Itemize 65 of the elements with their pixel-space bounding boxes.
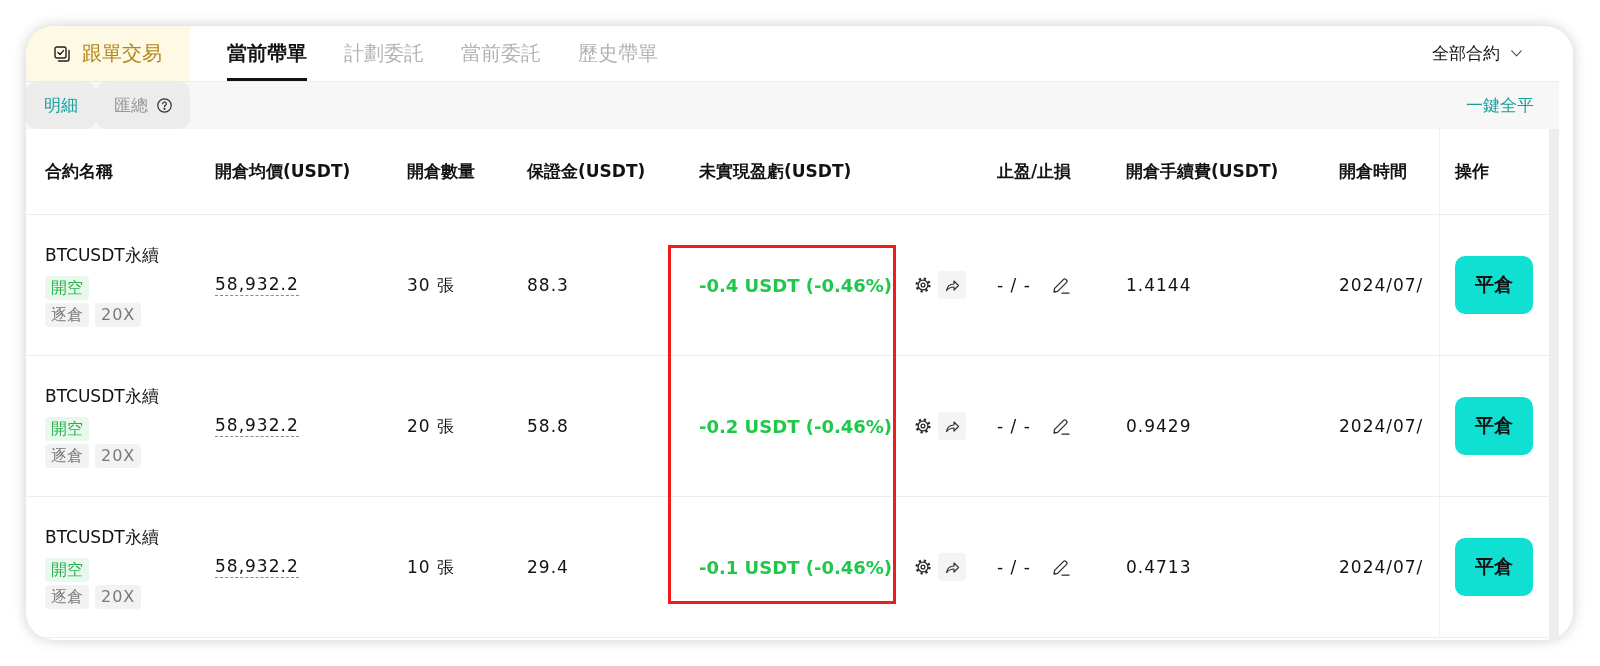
subtab[interactable]: 明細 xyxy=(26,82,96,129)
column-header: 開倉數量 xyxy=(407,160,475,183)
settings-icon[interactable] xyxy=(915,277,931,293)
margin-amount: 58.8 xyxy=(527,416,569,436)
column-header: 操作 xyxy=(1455,160,1489,183)
margin-mode-badge: 逐倉 xyxy=(45,443,89,468)
close-all-link[interactable]: 一鍵全平 xyxy=(1466,94,1534,117)
side-badge: 開空 xyxy=(45,416,89,441)
column-header: 開倉手續費(USDT) xyxy=(1126,160,1279,183)
subtab[interactable]: 匯總 xyxy=(96,82,190,129)
close-position-button[interactable]: 平倉 xyxy=(1455,397,1533,455)
settings-icon[interactable] xyxy=(915,418,931,434)
settings-icon[interactable] xyxy=(915,559,931,575)
close-position-button[interactable]: 平倉 xyxy=(1455,538,1533,596)
margin-amount: 29.4 xyxy=(527,557,569,577)
fee-amount: 0.9429 xyxy=(1126,416,1192,436)
side-badge: 開空 xyxy=(45,275,89,300)
share-icon[interactable] xyxy=(938,553,966,581)
tp-sl-value: - / - xyxy=(997,416,1031,436)
unrealized-pnl: -0.1 USDT (-0.46%) xyxy=(699,556,893,578)
check-square-icon xyxy=(54,45,70,62)
contract-filter-dropdown[interactable]: 全部合約 xyxy=(1432,26,1522,81)
column-header: 開倉均價(USDT) xyxy=(215,160,351,183)
leverage-badge: 20X xyxy=(95,302,142,327)
leverage-badge: 20X xyxy=(95,443,142,468)
unrealized-pnl: -0.4 USDT (-0.46%) xyxy=(699,274,893,296)
tab[interactable]: 當前委託 xyxy=(461,26,541,81)
column-header: 未實現盈虧(USDT) xyxy=(699,160,852,183)
contract-name: BTCUSDT永續 xyxy=(45,243,159,267)
column-header: 保證金(USDT) xyxy=(527,160,646,183)
tab[interactable]: 歷史帶單 xyxy=(578,26,658,81)
chevron-down-icon xyxy=(1511,50,1522,57)
open-time: 2024/07/ xyxy=(1339,275,1424,295)
open-time: 2024/07/ xyxy=(1339,416,1424,436)
average-price: 58,932.2 xyxy=(215,415,299,437)
contract-name: BTCUSDT永續 xyxy=(45,384,159,408)
share-icon[interactable] xyxy=(938,271,966,299)
margin-mode-badge: 逐倉 xyxy=(45,584,89,609)
tab[interactable]: 計劃委託 xyxy=(344,26,424,81)
margin-mode-badge: 逐倉 xyxy=(45,302,89,327)
fee-amount: 0.4713 xyxy=(1126,557,1192,577)
average-price: 58,932.2 xyxy=(215,556,299,578)
edit-icon[interactable] xyxy=(1050,557,1071,577)
quantity: 30 張 xyxy=(407,273,456,297)
column-header: 開倉時間 xyxy=(1339,160,1407,183)
unrealized-pnl: -0.2 USDT (-0.46%) xyxy=(699,415,893,437)
share-icon[interactable] xyxy=(938,412,966,440)
open-time: 2024/07/ xyxy=(1339,557,1424,577)
margin-amount: 88.3 xyxy=(527,275,569,295)
contract-name: BTCUSDT永續 xyxy=(45,525,159,549)
fee-amount: 1.4144 xyxy=(1126,275,1192,295)
help-icon[interactable] xyxy=(157,98,172,113)
quantity: 10 張 xyxy=(407,555,456,579)
column-header: 止盈/止損 xyxy=(997,160,1072,183)
tp-sl-value: - / - xyxy=(997,557,1031,577)
tp-sl-value: - / - xyxy=(997,275,1031,295)
edit-icon[interactable] xyxy=(1050,275,1071,295)
column-header: 合約名稱 xyxy=(45,160,113,183)
edit-icon[interactable] xyxy=(1050,416,1071,436)
average-price: 58,932.2 xyxy=(215,274,299,296)
quantity: 20 張 xyxy=(407,414,456,438)
copy-trading-tab[interactable]: 跟單交易 xyxy=(26,26,190,81)
close-position-button[interactable]: 平倉 xyxy=(1455,256,1533,314)
side-badge: 開空 xyxy=(45,557,89,582)
leverage-badge: 20X xyxy=(95,584,142,609)
